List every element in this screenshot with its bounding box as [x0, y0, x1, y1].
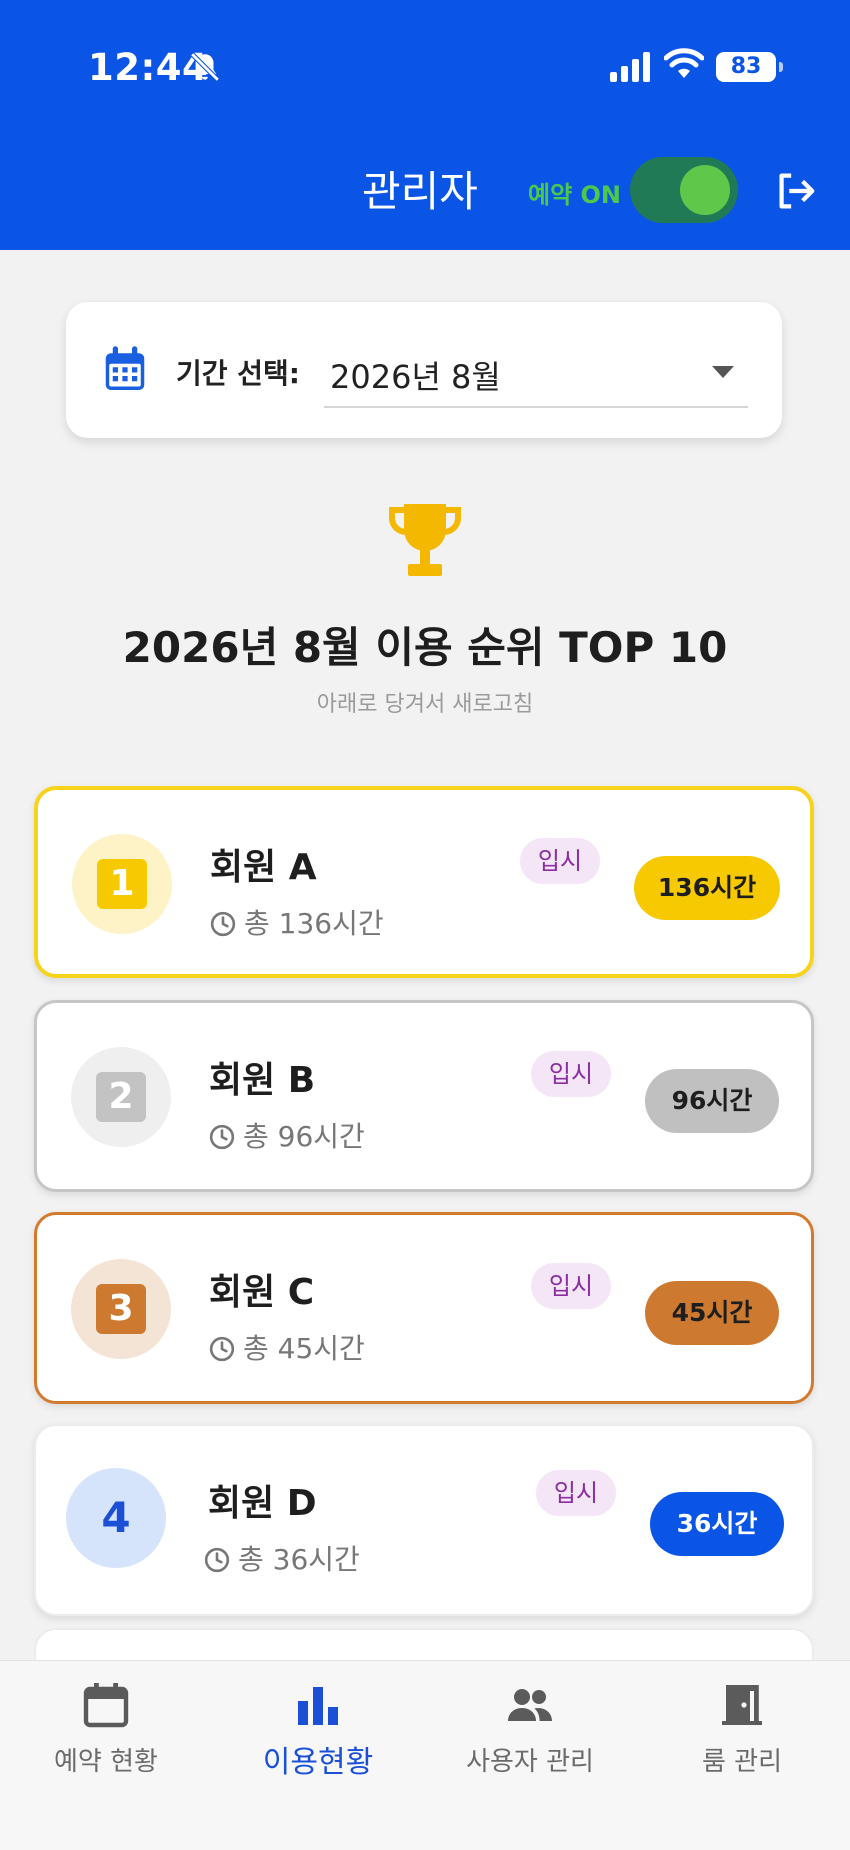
rank-card-3[interactable]: 3 회원 C 총 45시간 입시 45시간: [34, 1212, 814, 1404]
toggle-knob: [680, 165, 730, 215]
nav-reservations[interactable]: 예약 현황: [0, 1661, 212, 1811]
total-hours-text: 총 96시간: [243, 1120, 365, 1153]
trophy-icon: [389, 504, 461, 576]
reservation-toggle[interactable]: [630, 157, 738, 223]
rank-badge: 4: [66, 1468, 166, 1568]
rank-number: 1: [97, 859, 147, 909]
rank-number: 4: [101, 1493, 131, 1542]
nav-label: 룸 관리: [701, 1747, 783, 1777]
signal-icon: [610, 52, 650, 82]
clock-icon: [209, 1336, 235, 1362]
total-hours-row: 총 136시간: [210, 902, 384, 942]
people-icon: [508, 1689, 552, 1721]
hours-pill: 36시간: [650, 1492, 784, 1556]
nav-usage-status[interactable]: 이용현황: [212, 1661, 424, 1811]
member-name: 회원 C: [209, 1272, 315, 1313]
hours-pill: 96시간: [645, 1069, 779, 1133]
period-label: 기간 선택:: [176, 357, 300, 390]
chevron-down-icon: [712, 366, 734, 378]
page-title: 관리자: [362, 167, 478, 216]
category-tag: 입시: [536, 1470, 616, 1516]
nav-room-management[interactable]: 룸 관리: [636, 1661, 848, 1811]
total-hours-text: 총 45시간: [243, 1332, 365, 1365]
ranking-title: 2026년 8월 이용 순위 TOP 10: [122, 623, 728, 672]
hours-pill: 45시간: [645, 1281, 779, 1345]
calendar-icon: [105, 346, 145, 390]
rank-card-4[interactable]: 4 회원 D 총 36시간 입시 36시간: [34, 1424, 814, 1616]
app-header: 12:44 83 관리자 예약 ON: [0, 0, 850, 250]
bottom-navigation: 예약 현황 이용현황 사용자 관리 룸 관리: [0, 1660, 850, 1850]
clock-icon: [209, 1124, 235, 1150]
period-selector-card: 기간 선택: 2026년 8월: [66, 302, 782, 438]
member-name: 회원 D: [208, 1483, 317, 1524]
total-hours-text: 총 36시간: [238, 1543, 360, 1576]
rank-badge: 3: [71, 1259, 171, 1359]
member-name: 회원 B: [209, 1060, 316, 1101]
reservation-status-label: 예약 ON: [528, 181, 622, 209]
rank-badge: 2: [71, 1047, 171, 1147]
bell-muted-icon: [190, 52, 220, 82]
rank-card-2[interactable]: 2 회원 B 총 96시간 입시 96시간: [34, 1000, 814, 1192]
period-dropdown[interactable]: 2026년 8월: [324, 332, 748, 408]
nav-label: 예약 현황: [54, 1747, 158, 1777]
rank-number: 2: [96, 1072, 146, 1122]
rank-number: 3: [96, 1284, 146, 1334]
hours-pill: 136시간: [634, 856, 780, 920]
total-hours-row: 총 45시간: [209, 1327, 365, 1367]
nav-user-management[interactable]: 사용자 관리: [424, 1661, 636, 1811]
clock-icon: [204, 1547, 230, 1573]
category-tag: 입시: [531, 1051, 611, 1097]
member-name: 회원 A: [210, 847, 317, 888]
rank-badge: 1: [72, 834, 172, 934]
bar-chart-icon: [298, 1687, 338, 1725]
total-hours-text: 총 136시간: [244, 907, 384, 940]
nav-label: 이용현황: [262, 1745, 374, 1780]
clock-icon: [210, 911, 236, 937]
door-icon: [722, 1685, 762, 1725]
total-hours-row: 총 96시간: [209, 1115, 365, 1155]
total-hours-row: 총 36시간: [204, 1538, 360, 1578]
rank-card-1[interactable]: 1 회원 A 총 136시간 입시 136시간: [34, 786, 814, 978]
category-tag: 입시: [531, 1263, 611, 1309]
category-tag: 입시: [520, 838, 600, 884]
battery-indicator: 83: [716, 52, 783, 82]
pull-to-refresh-hint: 아래로 당겨서 새로고침: [316, 692, 534, 717]
wifi-icon: [664, 48, 704, 78]
period-value: 2026년 8월: [330, 358, 501, 396]
calendar-icon: [83, 1683, 129, 1728]
logout-icon[interactable]: [772, 168, 818, 214]
nav-label: 사용자 관리: [466, 1747, 594, 1777]
